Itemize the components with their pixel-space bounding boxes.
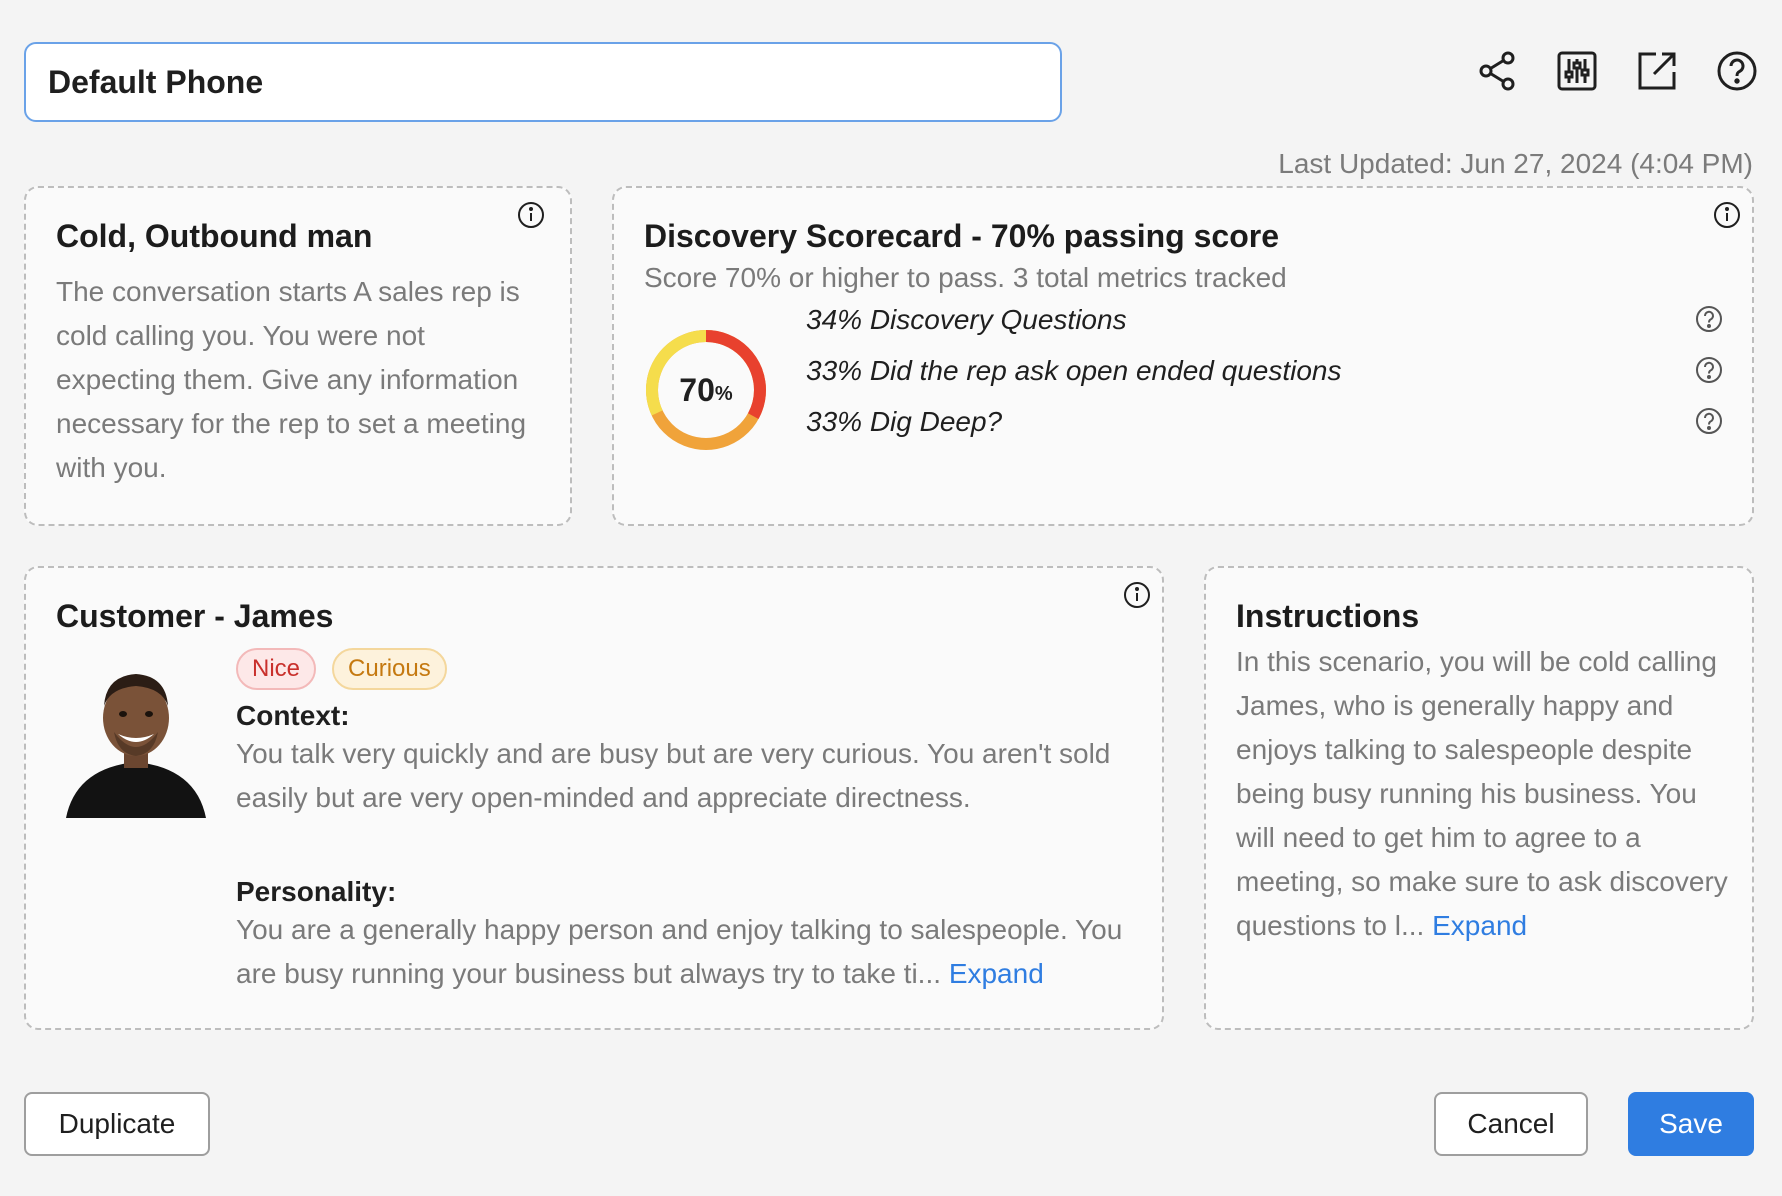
info-icon[interactable] bbox=[1712, 200, 1742, 230]
duplicate-button[interactable]: Duplicate bbox=[24, 1092, 210, 1156]
metric-label: 34% Discovery Questions bbox=[806, 304, 1127, 335]
metric-help-icon[interactable] bbox=[1694, 304, 1724, 334]
tag-curious: Curious bbox=[332, 648, 447, 690]
last-updated-text: Last Updated: Jun 27, 2024 (4:04 PM) bbox=[1278, 148, 1753, 179]
scorecard-subtitle: Score 70% or higher to pass. 3 total met… bbox=[644, 262, 1287, 293]
share-icon[interactable] bbox=[1476, 48, 1518, 94]
metric-label: 33% Did the rep ask open ended questions bbox=[806, 355, 1342, 386]
persona-title: Cold, Outbound man bbox=[56, 218, 373, 254]
persona-tags: Nice Curious bbox=[236, 648, 447, 690]
instructions-card[interactable]: Instructions In this scenario, you will … bbox=[1204, 566, 1754, 1030]
expand-link[interactable]: Expand bbox=[949, 958, 1044, 989]
context-text: You talk very quickly and are busy but a… bbox=[236, 738, 1111, 813]
info-icon[interactable] bbox=[1122, 580, 1152, 610]
instructions-text-block: In this scenario, you will be cold calli… bbox=[1236, 640, 1736, 948]
sliders-icon[interactable] bbox=[1556, 48, 1598, 94]
metric-help-icon[interactable] bbox=[1694, 406, 1724, 436]
scenario-name-input[interactable] bbox=[24, 42, 1062, 122]
passing-score-label: 70% bbox=[644, 328, 768, 452]
scorecard-card[interactable]: Discovery Scorecard - 70% passing score … bbox=[612, 186, 1754, 526]
avatar bbox=[66, 674, 206, 818]
expand-link[interactable]: Expand bbox=[1432, 910, 1527, 941]
customer-card[interactable]: Customer - James Nice Curious Context: Y… bbox=[24, 566, 1164, 1030]
metric-label: 33% Dig Deep? bbox=[806, 406, 1003, 437]
personality-label: Personality: bbox=[236, 876, 397, 907]
persona-description: The conversation starts A sales rep is c… bbox=[56, 276, 527, 483]
save-button[interactable]: Save bbox=[1628, 1092, 1754, 1156]
cancel-button[interactable]: Cancel bbox=[1434, 1092, 1588, 1156]
persona-card[interactable]: Cold, Outbound man The conversation star… bbox=[24, 186, 572, 526]
scorecard-title: Discovery Scorecard - 70% passing score bbox=[644, 218, 1279, 254]
passing-score-value: 70 bbox=[679, 371, 715, 408]
personality-text-block: You are a generally happy person and enj… bbox=[236, 908, 1136, 996]
metric-help-icon[interactable] bbox=[1694, 355, 1724, 385]
info-icon[interactable] bbox=[516, 200, 546, 230]
customer-title: Customer - James bbox=[56, 598, 334, 634]
instructions-text: In this scenario, you will be cold calli… bbox=[1236, 646, 1728, 941]
tag-nice: Nice bbox=[236, 648, 317, 690]
help-icon[interactable] bbox=[1716, 48, 1758, 94]
external-link-icon[interactable] bbox=[1636, 48, 1678, 94]
instructions-title: Instructions bbox=[1236, 598, 1420, 634]
context-label: Context: bbox=[236, 700, 350, 731]
passing-score-unit: % bbox=[714, 382, 733, 405]
toolbar bbox=[1476, 48, 1758, 94]
